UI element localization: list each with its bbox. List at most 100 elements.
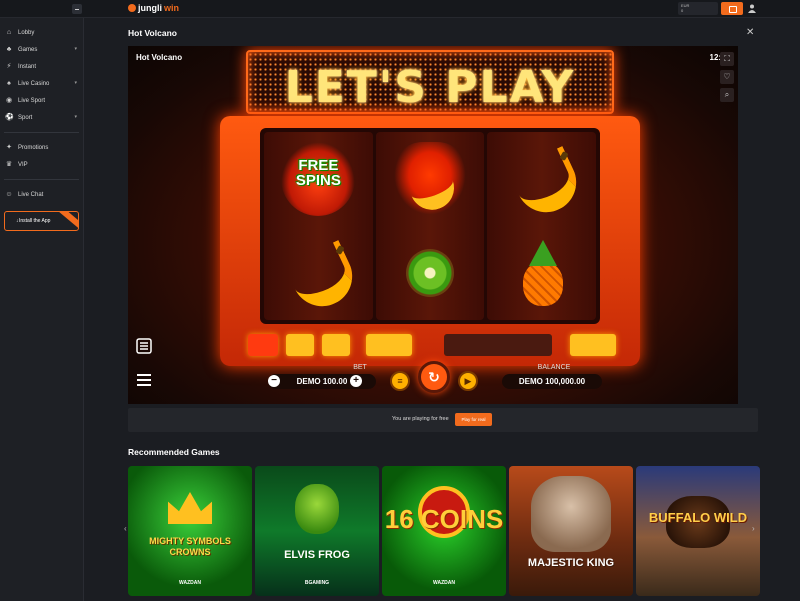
chevron-right-icon[interactable]: ›	[752, 524, 755, 533]
lobby-icon: ⌂	[6, 28, 12, 36]
download-icon: ↓	[16, 218, 19, 224]
live-sport-icon: ◉	[5, 96, 13, 104]
free-spins-line-2: SPINS	[295, 172, 341, 189]
chevron-left-icon[interactable]: ‹	[124, 524, 127, 533]
sidebar-item-label: Live Casino	[18, 80, 50, 87]
sidebar-item-live-casino[interactable]: ♠ Live Casino ▾	[0, 75, 83, 92]
sidebar-item-promotions[interactable]: ✦ Promotions	[0, 139, 83, 156]
reel-2	[375, 132, 485, 320]
promotions-icon: ✦	[6, 143, 12, 151]
game-card-provider: WAZDAN	[179, 580, 201, 586]
autoplay-button[interactable]: ▶	[458, 371, 478, 391]
fullscreen-icon[interactable]: ⛶	[720, 52, 734, 66]
ribbon-badge	[57, 212, 78, 230]
live-casino-icon: ♠	[7, 79, 11, 87]
pineapple-symbol	[505, 236, 579, 310]
chevron-down-icon: ▾	[74, 46, 77, 52]
cabinet-button	[570, 334, 616, 356]
sidebar-item-sport[interactable]: ⚽ Sport ▾	[0, 109, 83, 126]
search-icon[interactable]: ⌕	[720, 88, 734, 102]
collapse-sidebar-button[interactable]	[72, 4, 82, 14]
cabinet-button	[248, 334, 278, 356]
fire-banana-symbol	[393, 142, 467, 216]
decrease-bet-button[interactable]: −	[268, 375, 280, 387]
cabinet-buttons	[248, 334, 618, 358]
sidebar-item-label: Live Chat	[18, 191, 44, 198]
sidebar-item-label: Sport	[18, 114, 33, 121]
game-frame-title: Hot Volcano	[136, 53, 183, 62]
play-for-real-button[interactable]: Play for real	[455, 413, 492, 426]
deposit-button[interactable]	[721, 2, 743, 15]
game-card[interactable]: MIGHTY SYMBOLS CROWNS WAZDAN	[128, 466, 252, 596]
balance-label: BALANCE	[537, 364, 571, 371]
sidebar-divider	[4, 132, 79, 133]
slot-cabinet: LET'S PLAY FREE SPINS	[214, 46, 646, 404]
game-card[interactable]: MAJESTIC KING	[509, 466, 633, 596]
free-spins-symbol: FREE SPINS	[281, 142, 356, 216]
sidebar-item-label: Promotions	[18, 144, 49, 151]
banana-symbol	[505, 142, 579, 216]
game-frame[interactable]: Hot Volcano 12:43 LET'S PLAY FREE SPINS	[128, 46, 738, 404]
balance-value: DEMO 100,000.00	[502, 374, 602, 389]
marquee-text: LET'S PLAY	[284, 62, 576, 113]
game-card-title: ELVIS FROG	[284, 549, 350, 561]
game-card-title: BUFFALO WILD	[648, 510, 748, 525]
marquee-sign: LET'S PLAY	[246, 50, 614, 114]
reel-3	[487, 132, 597, 320]
sidebar-item-instant[interactable]: ⚡ Instant	[0, 58, 83, 75]
sidebar-item-label: VIP	[18, 161, 28, 168]
reel-body: FREE SPINS	[220, 116, 640, 366]
profile-icon[interactable]	[748, 4, 756, 13]
top-bar: jungli win EUR 0	[0, 0, 800, 18]
game-card-provider: WAZDAN	[433, 580, 455, 586]
sidebar: ⌂ Lobby ♣ Games ▾ ⚡ Instant ♠ Live Casin…	[0, 18, 84, 601]
logo-icon	[128, 4, 136, 12]
chat-icon: ☺	[5, 190, 13, 198]
kiwi-symbol	[393, 236, 467, 310]
free-spins-line-1: FREE	[298, 157, 339, 174]
sidebar-item-games[interactable]: ♣ Games ▾	[0, 41, 83, 58]
games-icon: ♣	[6, 45, 12, 53]
control-bar: BET DEMO 100.00 − + ≡ ↻ ▶ BALANCE DEMO 1…	[128, 361, 738, 404]
free-spins-text: FREE SPINS	[281, 158, 355, 188]
crown-icon	[168, 492, 212, 524]
game-card[interactable]: 16 COINS WAZDAN	[382, 466, 506, 596]
install-app-button[interactable]: ↓ Install the App	[4, 211, 79, 231]
free-play-bar: You are playing for free Play for real	[128, 408, 758, 432]
reel-window: FREE SPINS	[260, 128, 600, 324]
sidebar-item-live-chat[interactable]: ☺ Live Chat	[0, 186, 83, 203]
sidebar-item-label: Instant	[18, 63, 37, 70]
install-app-label: Install the App	[19, 218, 51, 224]
sidebar-item-lobby[interactable]: ⌂ Lobby	[0, 24, 83, 41]
cabinet-button	[286, 334, 314, 356]
sidebar-item-label: Games	[18, 46, 38, 53]
chevron-down-icon: ▾	[74, 114, 77, 120]
site-logo[interactable]: jungli win	[128, 3, 179, 13]
bet-label: BET	[353, 364, 367, 371]
reel-1: FREE SPINS	[264, 132, 373, 320]
cabinet-button	[322, 334, 350, 356]
close-icon[interactable]: ✕	[746, 28, 754, 38]
sidebar-item-label: Lobby	[18, 29, 35, 36]
recommended-games-row: MIGHTY SYMBOLS CROWNS WAZDAN ELVIS FROG …	[128, 466, 760, 601]
cabinet-panel	[444, 334, 552, 356]
app-root: jungli win EUR 0 ⌂ Lobby ♣ Games ▾ ⚡ Inst…	[0, 0, 800, 601]
wallet-balance[interactable]: EUR 0	[678, 2, 718, 15]
heart-icon[interactable]: ♡	[720, 70, 734, 84]
sidebar-item-vip[interactable]: ♛ VIP	[0, 156, 83, 173]
wallet-amount: 0	[681, 8, 684, 13]
cabinet-button	[366, 334, 412, 356]
game-card[interactable]: BUFFALO WILD	[636, 466, 760, 596]
increase-bet-button[interactable]: +	[350, 375, 362, 387]
bet-settings-button[interactable]: ≡	[390, 371, 410, 391]
logo-text: jungli	[138, 3, 162, 13]
elephant-illustration	[531, 476, 611, 552]
game-card-title: 16 COINS	[384, 504, 504, 534]
spin-button[interactable]: ↻	[418, 361, 450, 393]
game-card[interactable]: ELVIS FROG BGAMING	[255, 466, 379, 596]
sidebar-item-label: Live Sport	[18, 97, 46, 104]
game-card-provider: BGAMING	[304, 580, 330, 586]
paytable-icon[interactable]	[136, 338, 152, 354]
sidebar-item-live-sport[interactable]: ◉ Live Sport	[0, 92, 83, 109]
recommended-title: Recommended Games	[128, 447, 220, 457]
